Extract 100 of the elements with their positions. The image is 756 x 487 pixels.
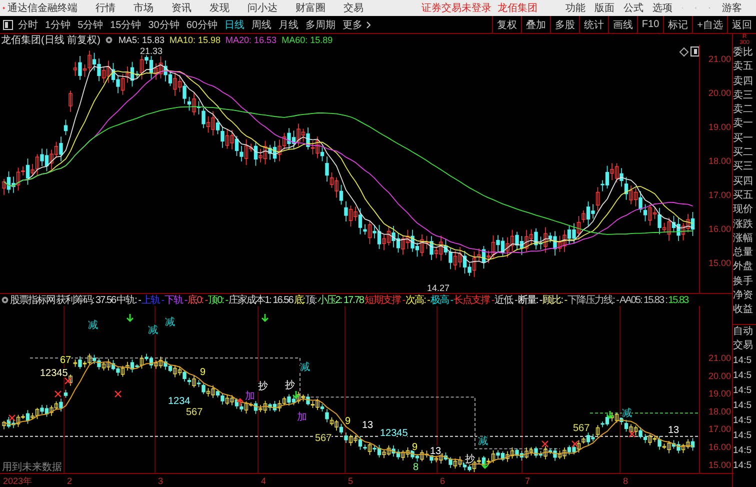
signal-label: 67 <box>60 355 72 366</box>
menu-item[interactable]: 资讯 <box>172 1 192 15</box>
quote-label: 卖二 <box>733 103 754 118</box>
signal-label: 8 <box>413 462 419 473</box>
quote-label: 现价 <box>733 203 754 218</box>
note-text: 用到未来数据 <box>2 462 62 473</box>
price-axis-label: 18.00 <box>708 156 731 166</box>
user-name[interactable]: 游客 <box>722 1 742 15</box>
signal-label: 抄 <box>465 454 475 465</box>
ma-legend: MA10: 15.98 <box>169 34 221 44</box>
indicator-value: 底: <box>294 294 305 307</box>
quote-label: 涨跌 <box>733 218 754 232</box>
date-axis-label: 2023年 <box>3 476 32 486</box>
period-tab[interactable]: 15分钟 <box>110 18 142 32</box>
indicator-value: 顶: <box>306 294 316 307</box>
indicator-value: 庄家成本1: 16.56 <box>228 294 293 307</box>
menu-item[interactable]: 选项 <box>652 1 673 15</box>
menu-item[interactable]: 公式 <box>624 1 644 15</box>
signal-label: 减 <box>300 362 310 373</box>
indicator-value: 15.83 <box>668 294 688 306</box>
signal-label: 13 <box>668 425 680 436</box>
signal-label: 减 <box>478 436 488 447</box>
time-label: 14:5 <box>733 369 752 384</box>
price-axis-label: 15.00 <box>708 258 731 268</box>
quote-label: 总量 <box>733 246 754 260</box>
period-tab[interactable]: 60分钟 <box>186 18 218 32</box>
price-axis-label: 19.00 <box>708 388 731 399</box>
trade-label[interactable]: 自动 <box>733 324 756 339</box>
menu-item[interactable]: 财富圈 <box>296 1 326 15</box>
menu-item[interactable]: 功能 <box>566 1 586 15</box>
period-tab[interactable]: 月线 <box>278 18 298 32</box>
period-tab[interactable]: 分时 <box>18 18 38 32</box>
signal-label: 9 <box>200 367 206 378</box>
time-label: 14:5 <box>733 444 752 458</box>
indicator-value: 近低 - <box>494 294 517 307</box>
signal-label: 567 <box>573 423 590 434</box>
indicator-value: 下轨 - <box>164 294 187 307</box>
period-tab[interactable]: 30分钟 <box>148 18 180 32</box>
indicator-value: AA05: 15.83 : <box>619 294 668 306</box>
quote-label: 外盘 <box>733 260 754 274</box>
period-tab[interactable]: 5分钟 <box>78 18 104 32</box>
quote-label: 净资 <box>733 289 754 304</box>
ma-legend: MA20: 16.53 <box>226 34 277 44</box>
quote-label: 卖一 <box>733 117 754 132</box>
period-tab[interactable]: 多周期 <box>306 18 336 32</box>
price-axis-label: 16.00 <box>708 442 731 452</box>
signal-label: 减 <box>88 320 98 331</box>
indicator-value: 下降压力线: - <box>568 294 618 307</box>
signal-label: 9 <box>412 442 418 453</box>
indicator-value: 上轨 - <box>141 294 164 307</box>
time-label: 14:5 <box>733 399 752 414</box>
ma-legend: MA5: 15.83 <box>118 34 164 44</box>
quote-label: 卖四 <box>733 74 754 89</box>
quote-label: 收益 <box>733 303 754 318</box>
period-tab[interactable]: 日线 <box>224 18 244 32</box>
indicator-value: 短期支撑 - <box>364 294 405 307</box>
menu-item[interactable]: 发现 <box>210 1 230 15</box>
indicator-value: 中轨: - <box>116 294 140 307</box>
period-tab[interactable]: 1分钟 <box>45 18 71 32</box>
indicator-value: 小压2: 17.78 <box>317 294 364 307</box>
trade-label[interactable]: 交易 <box>733 338 756 354</box>
chart-title: 龙佰集团(日线 前复权) <box>1 34 100 46</box>
price-axis-label: 19.00 <box>708 122 731 132</box>
price-axis-label: 17.00 <box>708 190 731 200</box>
date-axis-label: 8 <box>623 476 628 486</box>
menu-item[interactable]: 问小达 <box>248 1 278 15</box>
date-axis-label: 5 <box>348 476 354 486</box>
quote-label: 买三 <box>733 160 754 174</box>
date-axis-label: 7 <box>525 476 530 486</box>
quote-label: 换手 <box>733 274 754 289</box>
indicator-value: 底0: - <box>188 294 208 307</box>
price-axis-label: 20.00 <box>708 88 731 98</box>
menu-item[interactable]: 交易 <box>344 1 364 15</box>
signal-label: 减 <box>622 408 632 419</box>
period-tab[interactable]: 周线 <box>252 18 272 32</box>
quote-label: 委比 <box>733 46 754 60</box>
quote-label: 买二 <box>733 146 754 160</box>
price-axis-label: 17.00 <box>708 424 731 434</box>
date-axis-label: 3 <box>158 476 164 486</box>
app-title: 通达信金融终端 <box>8 2 78 15</box>
menu-item[interactable]: 版面 <box>594 1 615 15</box>
time-label: 14:5 <box>733 354 752 368</box>
indicator-value: 长点支撑 - <box>454 294 494 307</box>
period-tab[interactable]: 更多 <box>342 18 362 32</box>
indicator-name: 股票指标网 <box>10 294 55 307</box>
signal-label: 加 <box>297 412 307 423</box>
time-label: 14:5 <box>733 429 752 444</box>
menu-item[interactable]: 市场 <box>134 1 154 15</box>
quote-label: 买五 <box>733 188 754 203</box>
indicator-value: 断量: - <box>518 294 542 307</box>
price-axis-label: 20.00 <box>708 370 731 381</box>
date-axis-label: 6 <box>440 476 446 486</box>
menu-item[interactable]: 行情 <box>96 1 116 15</box>
login-status[interactable]: 证券交易未登录 <box>422 1 492 15</box>
quote-label: 卖五 <box>733 60 754 74</box>
stock-name: 龙佰集团 <box>498 2 538 15</box>
indicator-value: 极高 - <box>430 294 453 307</box>
signal-label: 9 <box>345 416 351 427</box>
signal-label: 567 <box>186 407 203 418</box>
signal-label: 13 <box>430 446 442 457</box>
